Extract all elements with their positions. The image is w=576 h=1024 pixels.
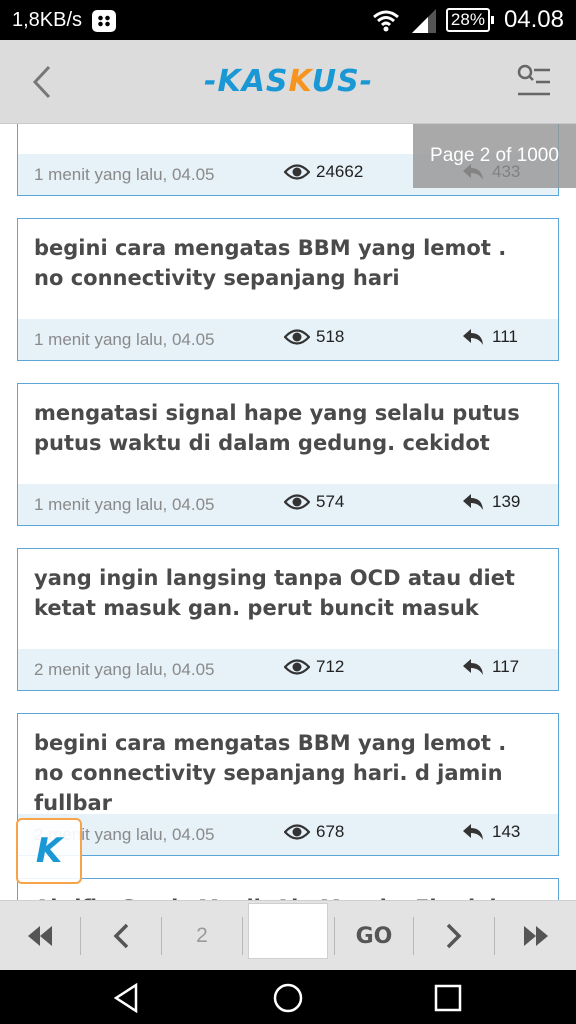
- signal-icon: [411, 9, 436, 33]
- thread-title: Aktifin Gratis Musik Aja Mereka Ekreleh: [18, 879, 558, 900]
- app-header: -KASKUS-: [0, 40, 576, 124]
- logo-text-3: US-: [311, 64, 374, 99]
- eye-icon: [284, 659, 310, 675]
- thread-card[interactable]: begini cara mengatas BBM yang lemot . no…: [17, 218, 559, 361]
- kaskus-floating-button[interactable]: K: [16, 818, 82, 884]
- current-page-label: 2: [196, 924, 208, 947]
- prev-page-button[interactable]: [81, 901, 161, 971]
- thread-replies: 139: [462, 492, 520, 512]
- thread-replies: 117: [462, 657, 519, 677]
- thread-card[interactable]: begini cara mengatas BBM yang lemot . no…: [17, 713, 559, 856]
- battery-icon: 28%: [445, 8, 494, 32]
- prev-page-icon: [113, 923, 129, 949]
- wifi-icon: [372, 10, 399, 32]
- replies-count: 139: [492, 492, 521, 511]
- thread-title: mengatasi signal hape yang selalu putus …: [34, 401, 520, 455]
- eye-icon: [284, 824, 310, 840]
- views-count: 518: [316, 327, 345, 346]
- logo-text-2: K: [288, 64, 312, 99]
- views-count: 712: [316, 657, 345, 676]
- views-count: 574: [316, 492, 345, 511]
- page-number-input[interactable]: [248, 903, 328, 959]
- thread-replies: 143: [462, 822, 520, 842]
- nav-back-icon[interactable]: [108, 980, 144, 1016]
- kaskus-logo[interactable]: -KASKUS-: [204, 64, 373, 99]
- replies-count: 111: [492, 327, 518, 346]
- thread-meta: 2 menit yang lalu, 04.05 712 117: [18, 649, 558, 690]
- next-page-button[interactable]: [414, 901, 494, 971]
- nav-recents-icon[interactable]: [430, 980, 466, 1016]
- views-count: 24662: [316, 162, 364, 181]
- thread-views: 712: [284, 657, 344, 677]
- replies-count: 117: [492, 657, 520, 676]
- thread-list[interactable]: 1 menit yang lalu, 04.05 24662 433 begin…: [0, 124, 576, 900]
- status-bar: 1,8KB/s 28% 04.08: [0, 0, 576, 40]
- first-page-icon: [28, 926, 52, 946]
- thread-meta: 1 menit yang lalu, 04.05 574 139: [18, 484, 558, 525]
- replies-count: 143: [492, 822, 521, 841]
- thread-title: yang ingin langsing tanpa OCD atau diet …: [34, 566, 515, 620]
- thread-time: 1 menit yang lalu, 04.05: [34, 495, 215, 514]
- thread-title: begini cara mengatas BBM yang lemot . no…: [34, 731, 507, 815]
- eye-icon: [284, 494, 310, 510]
- thread-card[interactable]: Aktifin Gratis Musik Aja Mereka Ekreleh: [17, 878, 559, 900]
- logo-text-1: -KAS: [204, 64, 289, 99]
- search-menu-icon: [517, 64, 550, 96]
- nav-home-icon[interactable]: [270, 980, 306, 1016]
- pager-divider: [242, 917, 243, 955]
- thread-time: 2 menit yang lalu, 04.05: [34, 660, 215, 679]
- reply-icon: [463, 824, 483, 840]
- thread-replies: 111: [462, 327, 518, 347]
- thread-meta: 1 menit yang lalu, 04.05 518 111: [18, 319, 558, 360]
- back-arrow-icon: [32, 65, 51, 99]
- thread-time: 1 menit yang lalu, 04.05: [34, 330, 215, 349]
- kaskus-k-icon: K: [35, 831, 63, 871]
- system-nav-bar: [0, 970, 576, 1024]
- first-page-button[interactable]: [0, 901, 80, 971]
- thread-title: begini cara mengatas BBM yang lemot . no…: [34, 236, 507, 290]
- back-button[interactable]: [22, 60, 62, 104]
- current-page-number: 2: [162, 901, 242, 971]
- battery-level: 28%: [450, 10, 485, 29]
- thread-time: 1 menit yang lalu, 04.05: [34, 165, 215, 184]
- search-menu-button[interactable]: [516, 64, 552, 100]
- eye-icon: [284, 329, 310, 345]
- reply-icon: [463, 329, 483, 345]
- views-count: 678: [316, 822, 345, 841]
- thread-views: 574: [284, 492, 344, 512]
- last-page-icon: [523, 926, 548, 946]
- go-button[interactable]: GO: [335, 901, 413, 971]
- eye-icon: [284, 164, 310, 180]
- bbm-icon: [92, 9, 117, 32]
- thread-views: 678: [284, 822, 344, 842]
- network-speed: 1,8KB/s: [12, 9, 83, 31]
- go-label: GO: [355, 923, 393, 949]
- next-page-icon: [446, 923, 462, 949]
- reply-icon: [463, 494, 483, 510]
- pagination-bar: 2 GO: [0, 900, 576, 970]
- thread-views: 24662: [284, 162, 363, 182]
- thread-views: 518: [284, 327, 344, 347]
- thread-meta: 2 menit yang lalu, 04.05 678 143: [18, 814, 558, 855]
- status-time: 04.08: [503, 6, 564, 33]
- page-indicator: Page 2 of 1000: [413, 124, 576, 188]
- thread-card[interactable]: mengatasi signal hape yang selalu putus …: [17, 383, 559, 526]
- thread-card[interactable]: yang ingin langsing tanpa OCD atau diet …: [17, 548, 559, 691]
- last-page-button[interactable]: [495, 901, 576, 971]
- reply-icon: [463, 659, 483, 675]
